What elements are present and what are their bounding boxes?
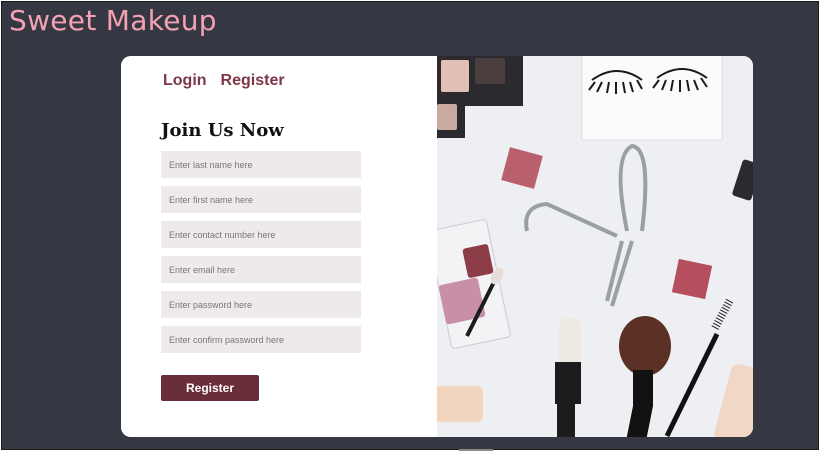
register-button[interactable]: Register [161,375,259,401]
foundation-bottle-icon [437,386,483,422]
blush-square-icon [671,258,713,300]
email-input[interactable] [161,256,361,283]
app-window: Sweet Makeup Login Register Join Us Now … [1,1,819,450]
brand-title: Sweet Makeup [9,4,217,37]
contact-number-input[interactable] [161,221,361,248]
scroll-indicator[interactable] [459,449,493,451]
register-card: Login Register Join Us Now Register [121,56,753,437]
form-panel: Login Register Join Us Now Register [121,56,437,437]
first-name-input[interactable] [161,186,361,213]
register-link[interactable]: Register [221,72,285,90]
makeup-photo [437,56,753,437]
false-lashes-icon [581,56,723,141]
last-name-input[interactable] [161,151,361,178]
confirm-password-input[interactable] [161,326,361,353]
password-input[interactable] [161,291,361,318]
form-heading: Join Us Now [161,120,284,141]
auth-nav: Login Register [163,72,285,90]
login-link[interactable]: Login [163,72,207,90]
makeup-illustration [437,56,753,437]
registration-fields [161,151,361,361]
